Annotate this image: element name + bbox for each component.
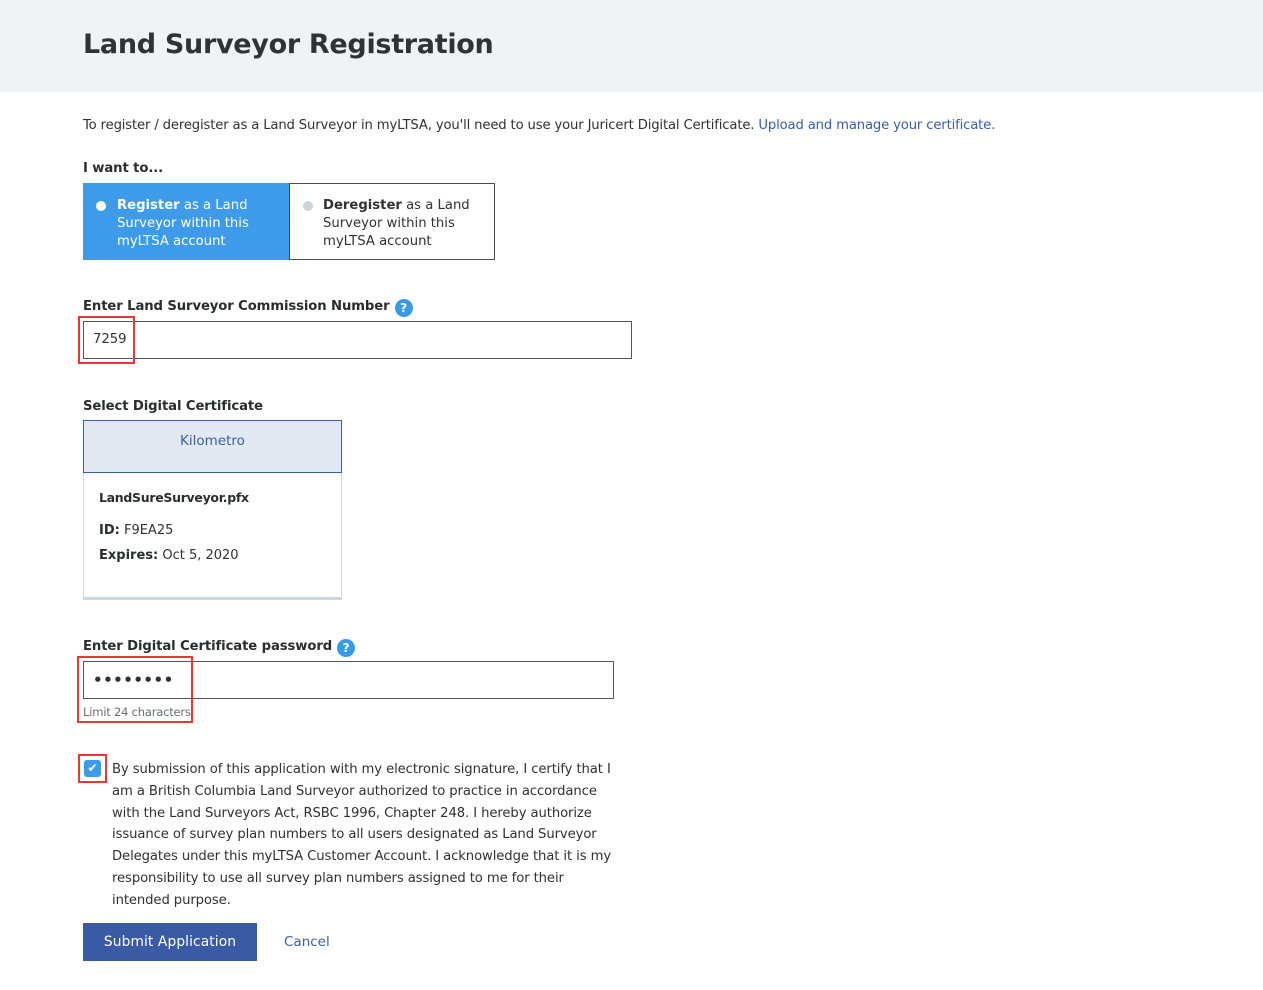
password-label: Enter Digital Certificate password?	[83, 639, 356, 657]
deregister-option[interactable]: Deregister as a Land Surveyor within thi…	[289, 183, 495, 260]
action-label: I want to...	[83, 161, 164, 176]
password-hint: Limit 24 characters	[83, 705, 191, 719]
password-input[interactable]: ••••••••	[83, 661, 614, 699]
page-header: Land Surveyor Registration	[0, 0, 1263, 92]
intro-description: To register / deregister as a Land Surve…	[83, 118, 755, 133]
password-label-text: Enter Digital Certificate password	[83, 639, 333, 654]
page-title: Land Surveyor Registration	[83, 29, 494, 60]
certificate-name[interactable]: Kilometro	[83, 420, 342, 473]
help-icon[interactable]: ?	[337, 639, 356, 657]
certificate-label: Select Digital Certificate	[83, 399, 263, 414]
intro-text: To register / deregister as a Land Surve…	[83, 118, 995, 133]
radio-unselected-icon	[303, 201, 313, 211]
certificate-expiry-value: Oct 5, 2020	[158, 548, 239, 563]
certificate-file: LandSureSurveyor.pfx	[99, 490, 249, 505]
consent-text: By submission of this application with m…	[112, 762, 612, 908]
certificate-expiry: Expires: Oct 5, 2020	[99, 548, 239, 563]
commission-label-text: Enter Land Surveyor Commission Number	[83, 299, 390, 314]
commission-number-input[interactable]: 7259	[83, 321, 632, 359]
radio-selected-icon	[96, 201, 106, 211]
certificate-card[interactable]: Kilometro LandSureSurveyor.pfx ID: F9EA2…	[83, 420, 342, 600]
deregister-option-bold: Deregister	[323, 198, 402, 213]
certificate-id-label: ID:	[99, 523, 120, 538]
submit-application-button[interactable]: Submit Application	[83, 923, 257, 961]
cancel-link[interactable]: Cancel	[284, 934, 330, 950]
consent-checkbox[interactable]: ✔	[84, 760, 101, 777]
certificate-id-value: F9EA25	[119, 523, 174, 538]
register-option-bold: Register	[117, 198, 180, 213]
commission-label: Enter Land Surveyor Commission Number?	[83, 299, 413, 317]
register-option[interactable]: Register as a Land Surveyor within this …	[83, 183, 289, 260]
certificate-id: ID: F9EA25	[99, 523, 173, 538]
certificate-expiry-label: Expires:	[99, 548, 159, 563]
help-icon[interactable]: ?	[394, 299, 413, 317]
manage-certificate-link[interactable]: Upload and manage your certificate.	[758, 118, 995, 133]
